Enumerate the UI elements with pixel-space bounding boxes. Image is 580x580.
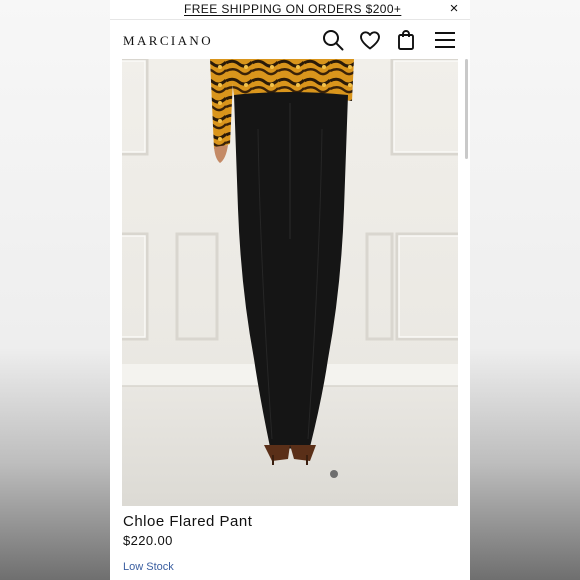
product-image[interactable] bbox=[122, 59, 458, 506]
close-promo-button[interactable]: × bbox=[447, 0, 461, 18]
shopping-bag-button[interactable] bbox=[394, 28, 418, 52]
site-header: MARCIANO bbox=[110, 21, 470, 59]
carousel-dot-active[interactable] bbox=[330, 470, 338, 478]
wishlist-button[interactable] bbox=[358, 28, 382, 52]
stock-status: Low Stock bbox=[123, 561, 174, 573]
promo-banner: FREE SHIPPING ON ORDERS $200+ × bbox=[110, 0, 470, 20]
photo-frame-right bbox=[470, 0, 580, 580]
shopping-bag-icon bbox=[398, 30, 414, 50]
brand-logo[interactable]: MARCIANO bbox=[123, 33, 213, 49]
mobile-screen: FREE SHIPPING ON ORDERS $200+ × MARCIANO bbox=[110, 0, 470, 580]
search-button[interactable] bbox=[321, 28, 345, 52]
photo-frame-left bbox=[0, 0, 110, 580]
promo-link[interactable]: FREE SHIPPING ON ORDERS $200+ bbox=[184, 2, 401, 16]
heart-icon bbox=[360, 31, 380, 50]
menu-button[interactable] bbox=[433, 28, 457, 52]
product-photo bbox=[122, 59, 458, 506]
menu-icon bbox=[435, 32, 455, 48]
search-icon bbox=[323, 30, 344, 51]
product-title: Chloe Flared Pant bbox=[123, 513, 253, 530]
product-price: $220.00 bbox=[123, 533, 173, 548]
scrollbar[interactable] bbox=[465, 59, 468, 159]
